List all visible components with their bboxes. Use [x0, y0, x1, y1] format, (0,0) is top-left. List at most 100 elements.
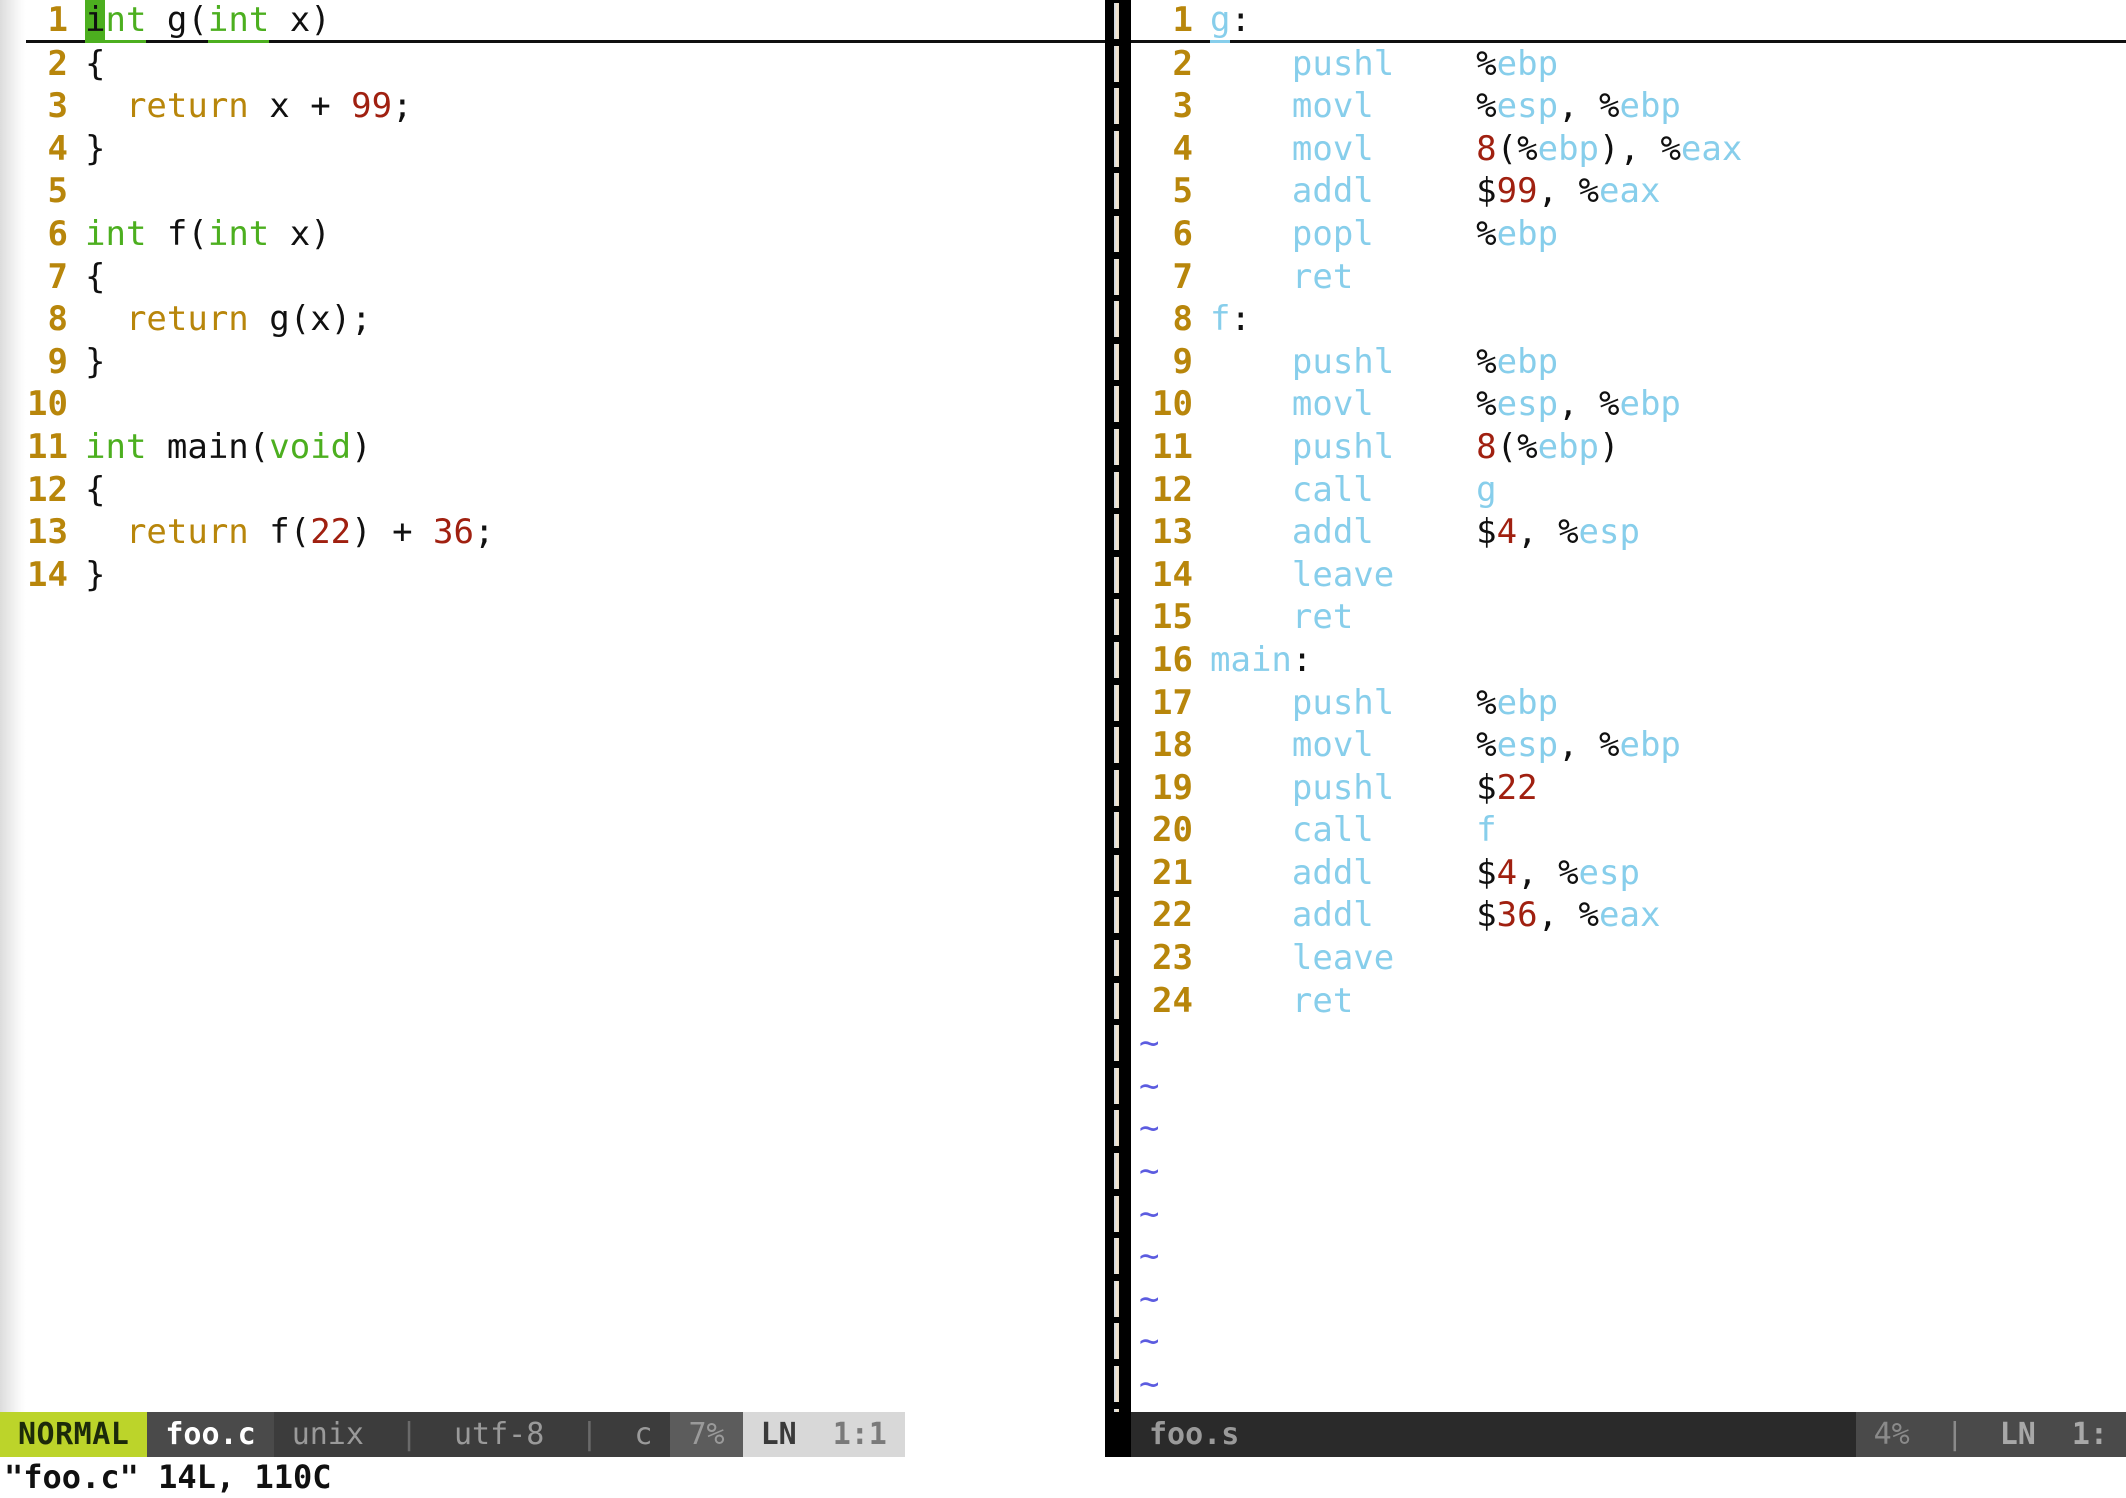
editor-pane-foo-c[interactable]: 1int g(int x)2{3 return x + 99;4}56int f…: [0, 0, 1105, 1412]
code-line[interactable]: 14 leave: [1131, 554, 2126, 597]
line-text: pushl %ebp: [1210, 683, 1558, 723]
code-line[interactable]: 8f:: [1131, 298, 2126, 341]
tilde-icon: ~: [0, 937, 36, 980]
line-number: 19: [1131, 767, 1193, 810]
code-line[interactable]: 3 movl %esp, %ebp: [1131, 85, 2126, 128]
code-token: }: [85, 129, 105, 169]
line-text: addl $4, %esp: [1210, 853, 1640, 893]
empty-line-filler: ~: [0, 639, 1105, 682]
code-token: f(: [146, 214, 207, 254]
code-line[interactable]: 2 pushl %ebp: [1131, 43, 2126, 86]
tilde-icon: ~: [1131, 1022, 1167, 1065]
code-line[interactable]: 7{: [0, 256, 1105, 299]
code-line[interactable]: 13 return f(22) + 36;: [0, 511, 1105, 554]
tilde-icon: ~: [1131, 1107, 1167, 1150]
status-line-label: LN: [743, 1412, 815, 1457]
code-token: {: [85, 257, 105, 297]
tilde-icon: ~: [0, 1065, 36, 1108]
code-line[interactable]: 2{: [0, 43, 1105, 86]
code-token: ;: [392, 86, 412, 126]
code-line[interactable]: 11 pushl 8(%ebp): [1131, 426, 2126, 469]
status-right-position: 1:: [2054, 1412, 2126, 1457]
code-line[interactable]: 6int f(int x): [0, 213, 1105, 256]
vertical-split-separator[interactable]: [1105, 0, 1131, 1412]
code-line[interactable]: 1int g(int x): [0, 0, 1105, 43]
code-token: int: [208, 214, 269, 254]
line-text: pushl %ebp: [1210, 342, 1558, 382]
code-token: leave: [1292, 555, 1394, 595]
code-token: [1210, 853, 1292, 893]
line-text: }: [85, 555, 105, 595]
code-line[interactable]: 13 addl $4, %esp: [1131, 511, 2126, 554]
line-number: 5: [1131, 170, 1193, 213]
code-token: [1210, 129, 1292, 169]
code-line[interactable]: 19 pushl $22: [1131, 767, 2126, 810]
code-line[interactable]: 12{: [0, 469, 1105, 512]
code-line[interactable]: 18 movl %esp, %ebp: [1131, 724, 2126, 767]
line-number: 8: [1131, 298, 1193, 341]
line-number: 9: [1131, 341, 1193, 384]
code-line[interactable]: 10 movl %esp, %ebp: [1131, 383, 2126, 426]
code-line[interactable]: 9 pushl %ebp: [1131, 341, 2126, 384]
line-number: 7: [0, 256, 68, 299]
code-token: 99: [1497, 171, 1538, 211]
code-line[interactable]: 15 ret: [1131, 596, 2126, 639]
code-token: [1374, 214, 1476, 254]
code-line[interactable]: 23 leave: [1131, 937, 2126, 980]
code-line[interactable]: 17 pushl %ebp: [1131, 682, 2126, 725]
code-line[interactable]: 7 ret: [1131, 256, 2126, 299]
line-number: 16: [1131, 639, 1193, 682]
split-bar-segment: [1105, 1235, 1131, 1278]
code-line[interactable]: 24 ret: [1131, 980, 2126, 1023]
editor-pane-foo-s[interactable]: 1g:2 pushl %ebp3 movl %esp, %ebp4 movl 8…: [1131, 0, 2126, 1412]
code-line[interactable]: 8 return g(x);: [0, 298, 1105, 341]
code-line[interactable]: 4}: [0, 128, 1105, 171]
code-token: [1210, 470, 1292, 510]
command-line-message[interactable]: "foo.c" 14L, 110C: [0, 1457, 2126, 1498]
line-number: 4: [0, 128, 68, 171]
code-token: esp: [1579, 512, 1640, 552]
code-line[interactable]: 21 addl $4, %esp: [1131, 852, 2126, 895]
code-line[interactable]: 10: [0, 383, 1105, 426]
code-line[interactable]: 6 popl %ebp: [1131, 213, 2126, 256]
line-text: movl %esp, %ebp: [1210, 384, 1681, 424]
code-token: [85, 86, 126, 126]
empty-line-filler: ~: [0, 1193, 1105, 1236]
code-line[interactable]: 22 addl $36, %eax: [1131, 894, 2126, 937]
code-token: ebp: [1619, 384, 1680, 424]
code-line[interactable]: 16main:: [1131, 639, 2126, 682]
empty-line-filler: ~: [1131, 1320, 2126, 1363]
code-token: [1210, 938, 1292, 978]
code-token: return: [126, 86, 249, 126]
empty-line-filler: ~: [1131, 1235, 2126, 1278]
code-line[interactable]: 1g:: [1131, 0, 2126, 43]
code-line[interactable]: 4 movl 8(%ebp), %eax: [1131, 128, 2126, 171]
code-token: [1210, 44, 1292, 84]
code-line[interactable]: 9}: [0, 341, 1105, 384]
status-fileformat: unix: [274, 1412, 382, 1457]
code-token: int: [85, 427, 146, 467]
code-token: %: [1599, 384, 1619, 424]
line-text: return f(22) + 36;: [85, 512, 494, 552]
code-token: ebp: [1497, 683, 1558, 723]
code-token: x +: [249, 86, 351, 126]
code-token: [1210, 427, 1292, 467]
code-token: void: [269, 427, 351, 467]
code-line[interactable]: 20 call f: [1131, 809, 2126, 852]
code-line[interactable]: 5: [0, 170, 1105, 213]
line-number: 22: [1131, 894, 1193, 937]
line-number: 8: [0, 298, 68, 341]
tilde-icon: ~: [0, 1150, 36, 1193]
code-token: 99: [351, 86, 392, 126]
code-line[interactable]: 11int main(void): [0, 426, 1105, 469]
code-token: f(: [249, 512, 310, 552]
code-line[interactable]: 14}: [0, 554, 1105, 597]
code-line[interactable]: 12 call g: [1131, 469, 2126, 512]
status-encoding: utf-8: [436, 1412, 562, 1457]
code-line[interactable]: 5 addl $99, %eax: [1131, 170, 2126, 213]
code-line[interactable]: 3 return x + 99;: [0, 85, 1105, 128]
code-token: }: [85, 555, 105, 595]
code-token: [1210, 768, 1292, 808]
empty-line-filler: ~: [0, 724, 1105, 767]
code-token: [85, 299, 126, 339]
